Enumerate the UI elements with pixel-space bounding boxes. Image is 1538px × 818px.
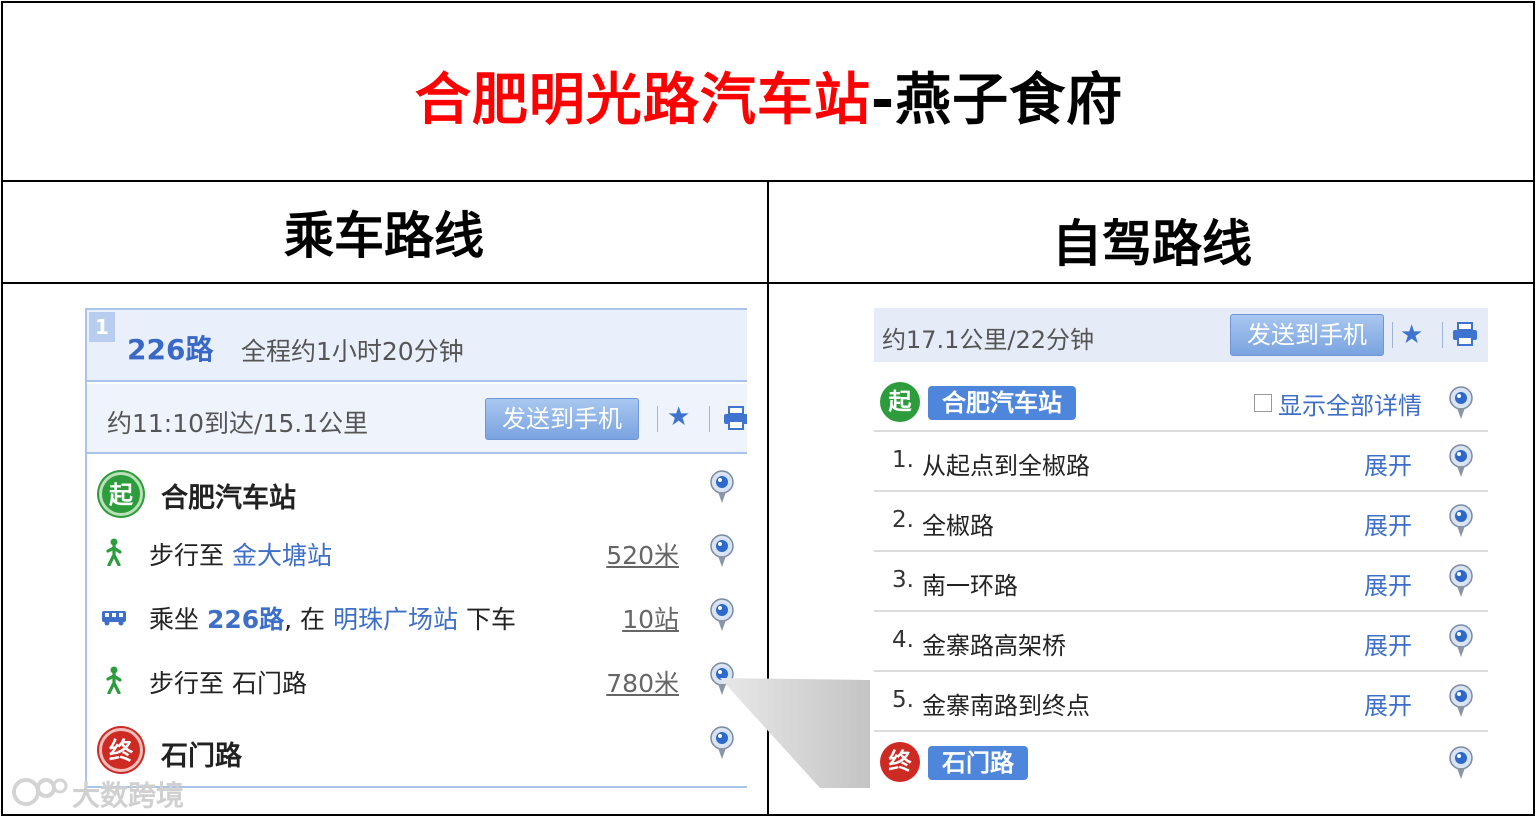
- callout-shadow: [720, 678, 870, 788]
- transit-column-header: 乘车路线: [284, 207, 484, 265]
- transit-start-row: 起 合肥汽车站: [87, 462, 747, 522]
- map-pin-icon[interactable]: [1448, 624, 1474, 658]
- step-text: 步行至 金大塘站: [149, 536, 332, 572]
- watermark-text: 大数跨境: [72, 779, 185, 812]
- map-pin-icon[interactable]: [1448, 386, 1474, 420]
- step-prefix: 乘坐: [149, 605, 207, 634]
- transit-step-row: 乘坐 226路, 在 明珠广场站 下车 10站: [87, 586, 747, 646]
- transit-route-header[interactable]: 1 226路 全程约1小时20分钟: [87, 310, 747, 382]
- end-badge: 终: [880, 742, 920, 782]
- drive-route-panel: 约17.1公里/22分钟 发送到手机 ★ 起 合肥汽车站 显示全部详情 1. 从…: [874, 308, 1488, 790]
- step-road: 金寨南路到终点: [922, 692, 1090, 720]
- end-station-name: 石门路: [161, 741, 242, 772]
- step-road: 从起点到全椒路: [922, 452, 1090, 480]
- map-pin-icon[interactable]: [1448, 564, 1474, 598]
- drive-summary: 约17.1公里/22分钟: [882, 326, 1095, 354]
- print-icon[interactable]: [1452, 322, 1478, 346]
- step-number: 4.: [892, 627, 914, 653]
- drive-step-row: 4. 金寨路高架桥 展开: [874, 612, 1488, 672]
- watermark-logo-icon: [12, 778, 68, 806]
- print-icon[interactable]: [723, 406, 747, 430]
- end-location-tag[interactable]: 石门路: [928, 746, 1028, 780]
- expand-link[interactable]: 展开: [1364, 626, 1412, 661]
- step-road: 金寨路高架桥: [922, 632, 1066, 660]
- transit-end-row: 终 石门路: [87, 720, 747, 780]
- map-pin-icon[interactable]: [1448, 746, 1474, 780]
- transit-step-row: 步行至 金大塘站 520米: [87, 522, 747, 582]
- transit-summary-bar: 约11:10到达/15.1公里 发送到手机 ★: [87, 384, 747, 454]
- map-pin-icon[interactable]: [709, 598, 735, 632]
- step-distance-link[interactable]: 10站: [622, 600, 679, 636]
- title-black-part: -燕子食府: [870, 68, 1124, 133]
- start-badge: 起: [99, 472, 143, 516]
- toolbar-separator: [657, 406, 658, 432]
- drive-end-row: 终 石门路: [874, 732, 1488, 792]
- transit-step-row: 步行至 石门路 780米: [87, 650, 747, 710]
- step-number: 5.: [892, 687, 914, 713]
- walk-icon: [106, 666, 122, 694]
- transit-route-panel: 1 226路 全程约1小时20分钟 约11:10到达/15.1公里 发送到手机 …: [85, 308, 747, 788]
- step-text: 步行至 石门路: [149, 669, 307, 698]
- drive-summary-bar: 约17.1公里/22分钟 发送到手机 ★: [874, 308, 1488, 362]
- step-number: 2.: [892, 507, 914, 533]
- drive-step-row: 5. 金寨南路到终点 展开: [874, 672, 1488, 732]
- route-total-time: 全程约1小时20分钟: [241, 337, 464, 366]
- expand-link[interactable]: 展开: [1364, 446, 1412, 481]
- drive-column-header: 自驾路线: [1052, 215, 1252, 273]
- toolbar-separator: [1392, 322, 1393, 348]
- expand-link[interactable]: 展开: [1364, 686, 1412, 721]
- show-all-checkbox[interactable]: [1254, 394, 1272, 412]
- step-distance-link[interactable]: 520米: [606, 536, 679, 572]
- drive-step-row: 1. 从起点到全椒路 展开: [874, 432, 1488, 492]
- step-number: 3.: [892, 567, 914, 593]
- step-text: 乘坐 226路, 在 明珠广场站 下车: [149, 600, 516, 636]
- drive-step-row: 3. 南一环路 展开: [874, 552, 1488, 612]
- bus-icon: [102, 611, 126, 626]
- bus-line-link[interactable]: 226路: [207, 605, 284, 634]
- step-distance-link[interactable]: 780米: [606, 664, 679, 700]
- title-red-part: 合肥明光路汽车站: [414, 68, 871, 133]
- expand-link[interactable]: 展开: [1364, 566, 1412, 601]
- map-pin-icon[interactable]: [709, 534, 735, 568]
- start-location-tag[interactable]: 合肥汽车站: [928, 386, 1076, 420]
- send-to-phone-button[interactable]: 发送到手机: [1230, 314, 1384, 356]
- star-icon[interactable]: ★: [667, 404, 690, 430]
- map-pin-icon[interactable]: [1448, 444, 1474, 478]
- step-suffix: 下车: [458, 605, 516, 634]
- walk-icon: [106, 538, 122, 566]
- route-name[interactable]: 226路: [127, 328, 213, 368]
- route-index-badge: 1: [89, 312, 115, 342]
- step-prefix: 步行至: [149, 541, 232, 570]
- station-link[interactable]: 明珠广场站: [333, 605, 458, 634]
- step-mid: , 在: [284, 605, 333, 634]
- toolbar-separator: [709, 406, 710, 432]
- start-station-name: 合肥汽车站: [161, 483, 296, 514]
- show-all-details-label[interactable]: 显示全部详情: [1278, 386, 1422, 421]
- map-pin-icon[interactable]: [1448, 504, 1474, 538]
- station-link[interactable]: 金大塘站: [232, 541, 332, 570]
- send-to-phone-button[interactable]: 发送到手机: [485, 398, 639, 440]
- expand-link[interactable]: 展开: [1364, 506, 1412, 541]
- map-pin-icon[interactable]: [1448, 684, 1474, 718]
- arrival-info: 约11:10到达/15.1公里: [107, 409, 369, 438]
- drive-step-row: 2. 全椒路 展开: [874, 492, 1488, 552]
- toolbar-separator: [1442, 322, 1443, 348]
- step-number: 1.: [892, 447, 914, 473]
- step-road: 全椒路: [922, 512, 994, 540]
- drive-start-row: 起 合肥汽车站 显示全部详情: [874, 372, 1488, 432]
- star-icon[interactable]: ★: [1400, 322, 1423, 348]
- slide-title: 合肥明光路汽车站-燕子食府: [0, 55, 1538, 136]
- start-badge: 起: [880, 382, 920, 422]
- end-badge: 终: [99, 728, 143, 772]
- map-pin-icon[interactable]: [709, 470, 735, 504]
- step-road: 南一环路: [922, 572, 1018, 600]
